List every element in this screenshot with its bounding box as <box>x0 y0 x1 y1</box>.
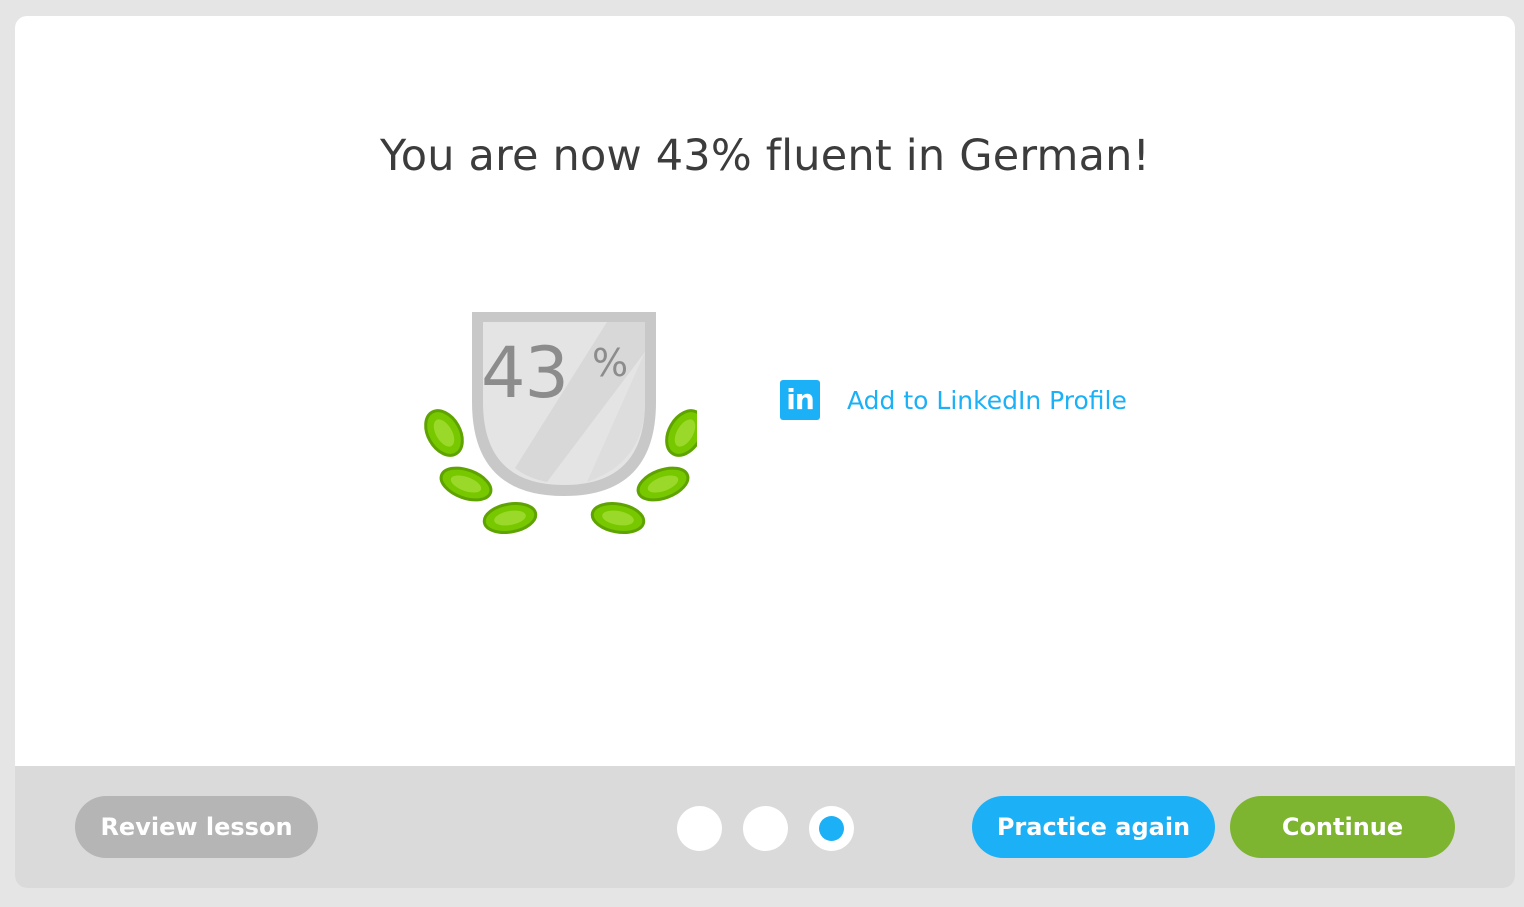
progress-dot-1 <box>677 806 722 851</box>
practice-again-button[interactable]: Practice again <box>972 796 1215 858</box>
badge-percent-sign: % <box>592 341 629 385</box>
continue-button[interactable]: Continue <box>1230 796 1455 858</box>
page-title: You are now 43% fluent in German! <box>379 131 1151 181</box>
progress-dot-2 <box>743 806 788 851</box>
laurel-shield-icon <box>424 312 697 535</box>
review-lesson-button[interactable]: Review lesson <box>75 796 318 858</box>
fluency-badge: 43 % <box>407 292 697 542</box>
add-to-linkedin-link[interactable]: in Add to LinkedIn Profile <box>780 380 1127 420</box>
linkedin-label: Add to LinkedIn Profile <box>847 385 1127 415</box>
progress-dot-3-active <box>809 806 854 851</box>
linkedin-icon: in <box>780 380 820 420</box>
lesson-complete-card: You are now 43% fluent in German! 43 % i… <box>15 16 1515 888</box>
lesson-footer: Review lesson Practice again Continue <box>15 766 1515 888</box>
badge-percent-value: 43 <box>481 332 569 414</box>
